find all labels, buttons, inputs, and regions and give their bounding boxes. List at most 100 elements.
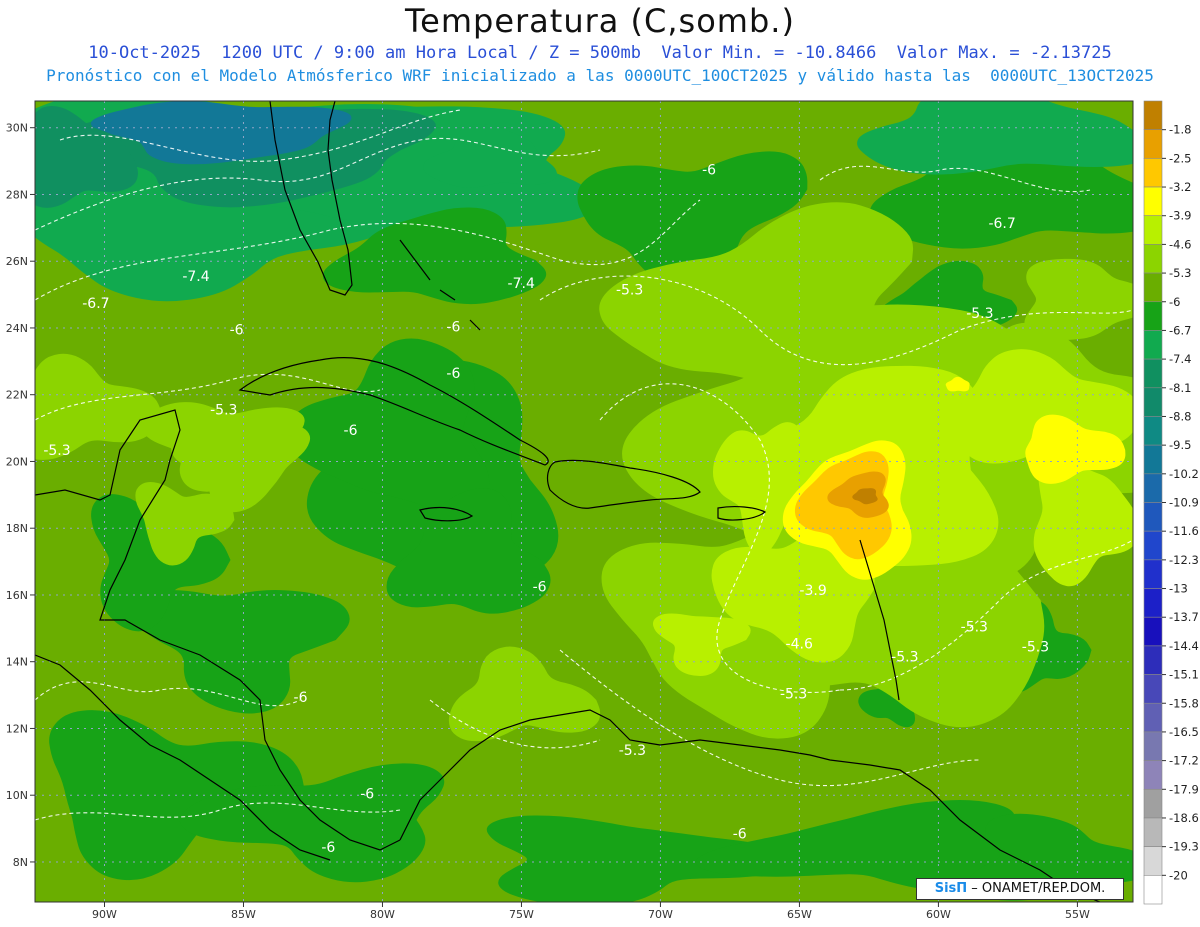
colorbar-label: -17.2 bbox=[1169, 754, 1199, 768]
lat-tick-label: 16N bbox=[6, 589, 28, 602]
lat-tick-label: 26N bbox=[6, 255, 28, 268]
contour-label: -5.3 bbox=[891, 650, 918, 666]
lat-tick-label: 10N bbox=[6, 789, 28, 802]
contour-label: -6 bbox=[446, 319, 460, 335]
lon-tick-label: 55W bbox=[1065, 908, 1090, 921]
lat-tick-label: 20N bbox=[6, 455, 28, 468]
colorbar-swatch bbox=[1143, 674, 1163, 704]
contour-label: -5.3 bbox=[616, 283, 643, 299]
contour-label: -5.3 bbox=[1022, 640, 1049, 656]
colorbar-label: -18.6 bbox=[1169, 811, 1199, 825]
colorbar-swatch bbox=[1143, 875, 1163, 905]
colorbar-swatch bbox=[1143, 100, 1163, 130]
colorbar: -1.8 -2.5 -3.2 -3.9 -4.6 -5.3 -6 -6.7 -7.4 -8.1 -8… bbox=[1143, 100, 1199, 905]
lat-tick-label: 30N bbox=[6, 122, 28, 135]
colorbar-swatch bbox=[1143, 158, 1163, 188]
contour-label: -7.4 bbox=[182, 269, 209, 285]
colorbar-swatch bbox=[1143, 129, 1163, 159]
lon-tick-label: 80W bbox=[370, 908, 395, 921]
colorbar-label: -14.4 bbox=[1169, 639, 1199, 653]
lon-tick-label: 70W bbox=[648, 908, 673, 921]
contour-label: -6 bbox=[533, 580, 547, 596]
lon-tick-label: 90W bbox=[92, 908, 117, 921]
colorbar-label: -4.6 bbox=[1169, 237, 1191, 251]
lat-tick-label: 12N bbox=[6, 722, 28, 735]
contour-label: -6 bbox=[294, 690, 308, 706]
credit-box: SisΠ – ONAMET/REP.DOM. bbox=[916, 878, 1124, 900]
contour-label: -5.3 bbox=[210, 403, 237, 419]
colorbar-swatch bbox=[1143, 444, 1163, 475]
contour-label: -5.3 bbox=[966, 306, 993, 322]
colorbar-swatch bbox=[1143, 530, 1163, 561]
colorbar-label: -3.2 bbox=[1169, 180, 1191, 194]
contour-label: -4.6 bbox=[786, 636, 813, 652]
lat-tick-label: 24N bbox=[6, 322, 28, 335]
sistpi-logo: SisΠ bbox=[934, 881, 968, 896]
colorbar-label: -9.5 bbox=[1169, 438, 1191, 452]
colorbar-label: -10.9 bbox=[1169, 496, 1199, 510]
contour-label: -6.7 bbox=[988, 216, 1015, 232]
temperature-map: 90W 85W 80W 75W 70W 65W 60W 55W 30N 28N 26N 24N 22N 2… bbox=[6, 100, 1199, 921]
colorbar-swatch bbox=[1143, 473, 1163, 503]
colorbar-label: -13 bbox=[1169, 582, 1188, 596]
contour-label: -6 bbox=[344, 423, 358, 439]
colorbar-label: -6 bbox=[1169, 295, 1180, 309]
lat-tick-label: 18N bbox=[6, 522, 28, 535]
contour-label: -6.7 bbox=[82, 296, 109, 312]
lat-tick-label: 8N bbox=[13, 856, 28, 869]
lon-tick-label: 75W bbox=[509, 908, 534, 921]
colorbar-swatch bbox=[1143, 502, 1163, 532]
colorbar-swatch bbox=[1143, 186, 1163, 217]
colorbar-swatch bbox=[1143, 645, 1163, 675]
colorbar-label: -13.7 bbox=[1169, 610, 1199, 624]
contour-label: -5.3 bbox=[961, 620, 988, 636]
contour-label: -7.4 bbox=[508, 276, 535, 292]
colorbar-label: -7.4 bbox=[1169, 352, 1191, 366]
colorbar-swatch bbox=[1143, 272, 1163, 303]
lat-tick-label: 22N bbox=[6, 389, 28, 402]
contour-label: -6 bbox=[702, 162, 716, 178]
colorbar-swatch bbox=[1143, 731, 1163, 761]
colorbar-label: -2.5 bbox=[1169, 151, 1191, 165]
colorbar-swatch bbox=[1143, 559, 1163, 589]
colorbar-swatch bbox=[1143, 588, 1163, 618]
colorbar-label: -8.8 bbox=[1169, 409, 1191, 423]
colorbar-label: -1.8 bbox=[1169, 123, 1191, 137]
credit-text: – ONAMET/REP.DOM. bbox=[967, 881, 1106, 896]
contour-label: -6 bbox=[230, 323, 244, 339]
contour-label: -5.3 bbox=[43, 443, 70, 459]
lat-tick-label: 28N bbox=[6, 188, 28, 201]
colorbar-label: -17.9 bbox=[1169, 782, 1199, 796]
contour-label: -6 bbox=[733, 827, 747, 843]
colorbar-swatch bbox=[1143, 244, 1163, 274]
colorbar-label: -15.8 bbox=[1169, 696, 1199, 710]
colorbar-swatch bbox=[1143, 215, 1163, 245]
colorbar-label: -5.3 bbox=[1169, 266, 1191, 280]
colorbar-swatch bbox=[1143, 358, 1163, 389]
lon-tick-label: 60W bbox=[926, 908, 951, 921]
colorbar-label: -20 bbox=[1169, 868, 1188, 882]
colorbar-swatch bbox=[1143, 846, 1163, 876]
contour-label: -3.9 bbox=[799, 583, 826, 599]
colorbar-swatch bbox=[1143, 702, 1163, 733]
colorbar-swatch bbox=[1143, 616, 1163, 647]
colorbar-swatch bbox=[1143, 387, 1163, 417]
contour-label: -6 bbox=[321, 840, 335, 856]
colorbar-swatch bbox=[1143, 301, 1163, 331]
colorbar-swatch bbox=[1143, 788, 1163, 819]
colorbar-label: -11.6 bbox=[1169, 524, 1199, 538]
colorbar-swatch bbox=[1143, 760, 1163, 790]
colorbar-swatch bbox=[1143, 416, 1163, 446]
colorbar-label: -10.2 bbox=[1169, 467, 1199, 481]
lon-tick-label: 85W bbox=[231, 908, 256, 921]
colorbar-label: -3.9 bbox=[1169, 209, 1191, 223]
colorbar-swatch bbox=[1143, 817, 1163, 847]
colorbar-label: -12.3 bbox=[1169, 553, 1199, 567]
temperature-field bbox=[35, 101, 1133, 902]
colorbar-label: -8.1 bbox=[1169, 381, 1191, 395]
colorbar-label: -16.5 bbox=[1169, 725, 1199, 739]
contour-label: -6 bbox=[446, 366, 460, 382]
lat-tick-label: 14N bbox=[6, 656, 28, 669]
contour-label: -6 bbox=[360, 787, 374, 803]
colorbar-label: -19.3 bbox=[1169, 840, 1199, 854]
